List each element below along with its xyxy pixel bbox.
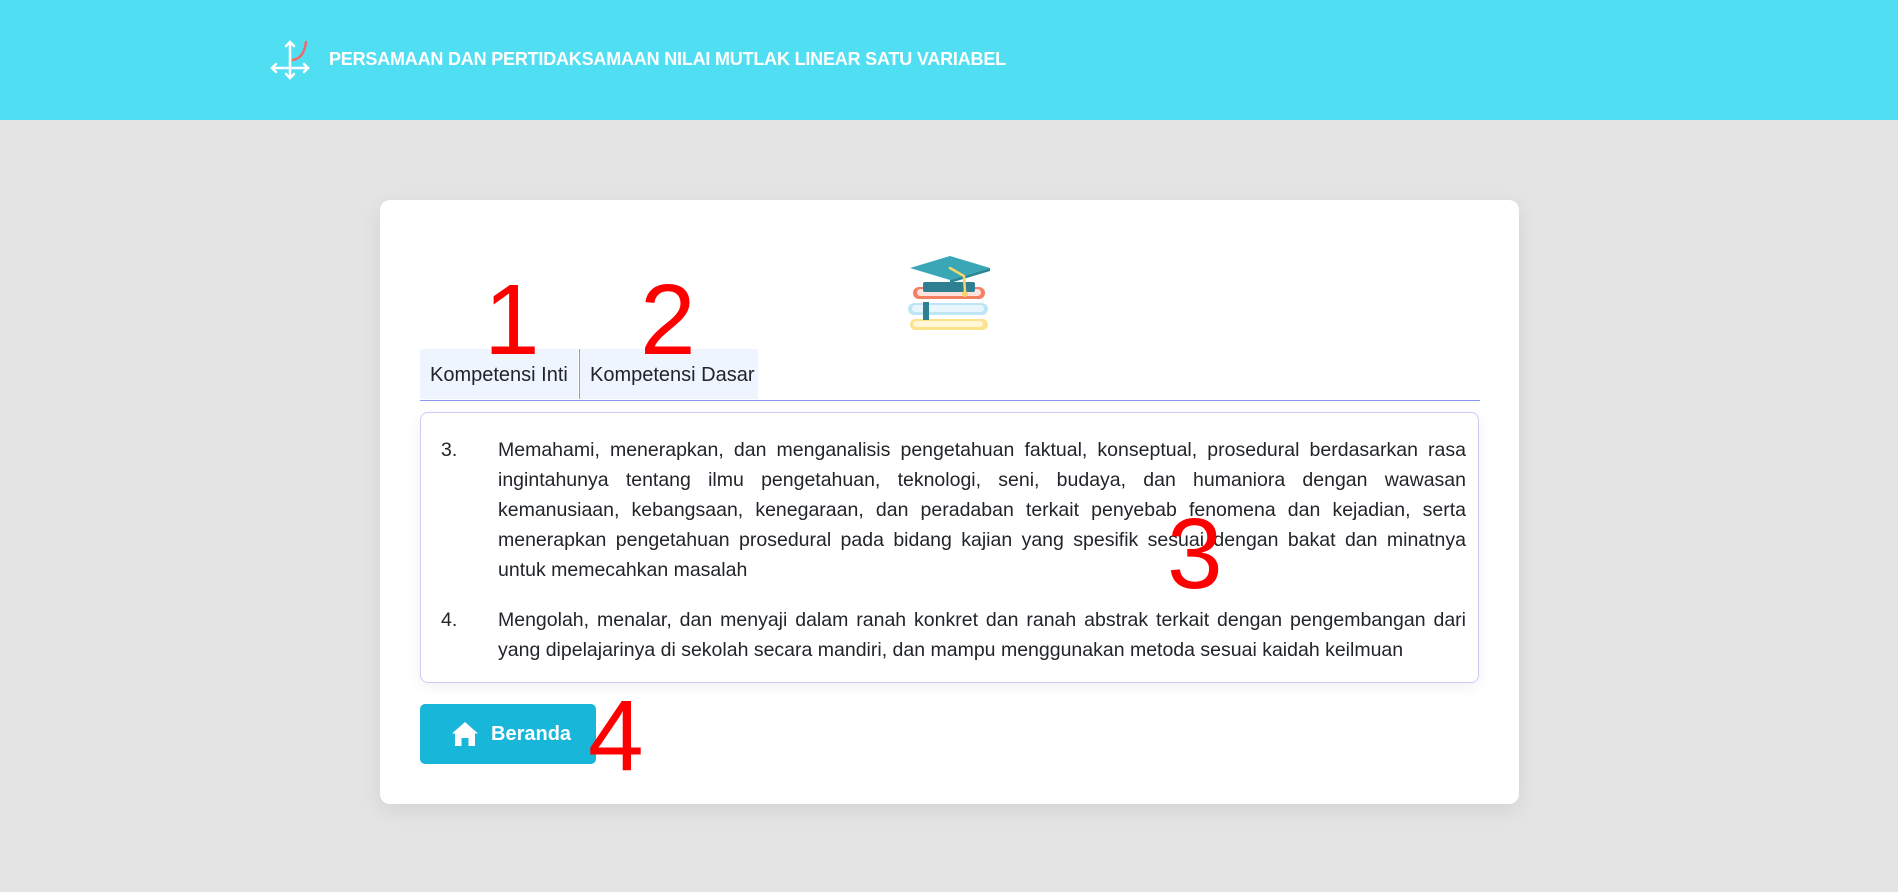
tab-kompetensi-inti[interactable]: Kompetensi Inti [420,349,578,399]
axes-curve-icon [270,40,310,80]
list-item: 3. Memahami, menerapkan, dan menganalisi… [441,435,1466,585]
annotation-marker-4: 4 [588,680,644,792]
competency-list: 3. Memahami, menerapkan, dan menganalisi… [441,435,1466,685]
home-icon [452,722,478,746]
list-item-text: Memahami, menerapkan, dan menganalisis p… [498,439,1466,581]
tab-kompetensi-dasar[interactable]: Kompetensi Dasar [579,349,758,399]
graduation-cap-books-icon [908,256,990,330]
competency-card: Kompetensi Inti Kompetensi Dasar 3. Mema… [380,200,1519,804]
list-item-number: 4. [441,609,458,631]
list-item-number: 3. [441,439,458,461]
app-title: PERSAMAAN DAN PERTIDAKSAMAAN NILAI MUTLA… [329,49,1006,69]
list-item-text: Mengolah, menalar, dan menyaji dalam ran… [498,609,1466,661]
app-header: PERSAMAAN DAN PERTIDAKSAMAAN NILAI MUTLA… [0,0,1898,120]
tab-bar: Kompetensi Inti Kompetensi Dasar [420,349,1480,401]
home-button[interactable]: Beranda [420,704,596,764]
home-button-label: Beranda [491,722,572,745]
tab-content-panel: 3. Memahami, menerapkan, dan menganalisi… [420,412,1479,683]
list-item: 4. Mengolah, menalar, dan menyaji dalam … [441,605,1466,665]
